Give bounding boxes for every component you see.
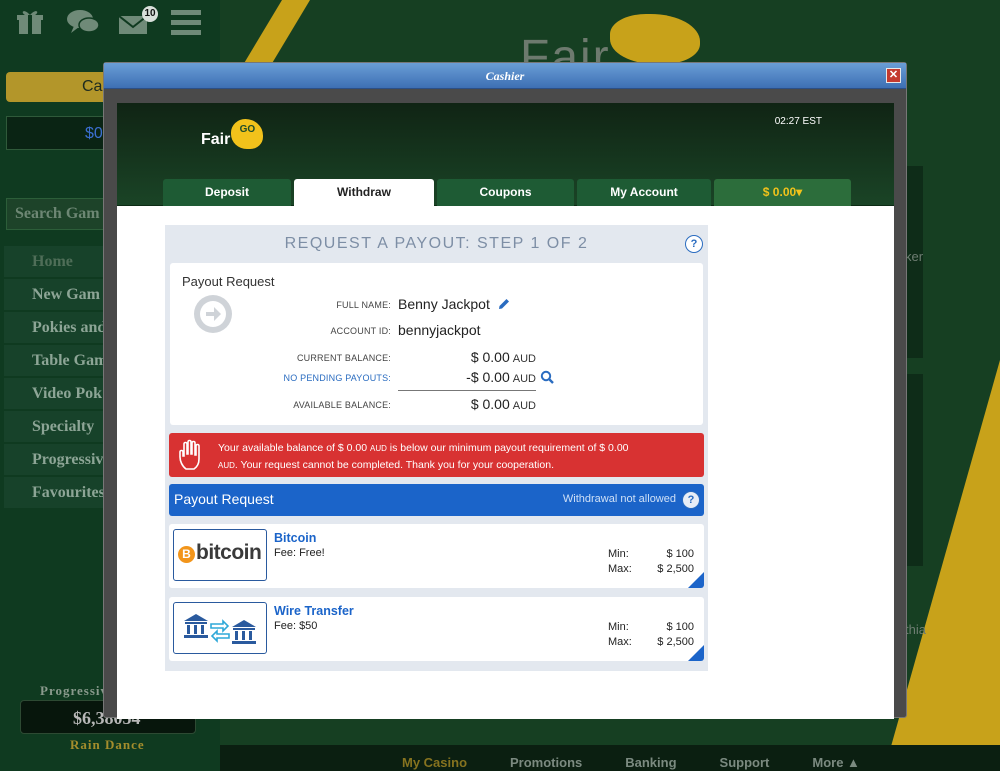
payout-method-bitcoin[interactable]: B bitcoin Bitcoin Fee: Free! Min: $ 100 M… bbox=[169, 524, 704, 588]
card-title: Payout Request bbox=[182, 274, 275, 289]
progressive-label: Progressiv bbox=[40, 683, 109, 698]
min-label: Min: bbox=[608, 621, 629, 633]
method-name: Bitcoin bbox=[274, 531, 317, 545]
available-balance-row: AVAILABLE BALANCE: $ 0.00 AUD bbox=[170, 396, 703, 416]
logo-text: Fair bbox=[201, 131, 231, 148]
background-game-label: ker bbox=[905, 249, 924, 264]
cashier-modal: Cashier ✕ Fair GO 02:27 EST Deposit With… bbox=[103, 62, 907, 719]
logo-go-mark: GO bbox=[231, 119, 264, 149]
account-id-label: ACCOUNT ID: bbox=[330, 326, 391, 336]
available-balance-value: $ 0.00 AUD bbox=[470, 396, 536, 412]
pending-payouts-row: NO PENDING PAYOUTS: -$ 0.00 AUD bbox=[170, 369, 703, 391]
cashier-tabs: Deposit Withdraw Coupons My Account $ 0.… bbox=[163, 179, 851, 206]
min-label: Min: bbox=[608, 548, 629, 560]
notification-badge: 10 bbox=[142, 6, 158, 22]
tab-deposit[interactable]: Deposit bbox=[163, 179, 291, 206]
close-button[interactable]: ✕ bbox=[886, 68, 901, 83]
mail-icon[interactable]: 10 bbox=[118, 6, 158, 40]
tab-withdraw[interactable]: Withdraw bbox=[294, 179, 434, 206]
payout-request-card: Payout Request FULL NAME: Benny Jackpot … bbox=[170, 263, 703, 425]
min-value: $ 100 bbox=[666, 621, 694, 633]
account-id-value: bennyjackpot bbox=[398, 322, 481, 338]
bitcoin-coin-icon: B bbox=[178, 546, 195, 563]
pending-payouts-value: -$ 0.00 AUD bbox=[466, 369, 536, 385]
min-value: $ 100 bbox=[666, 548, 694, 560]
help-button[interactable]: ? bbox=[685, 235, 703, 253]
background-game-tile[interactable] bbox=[907, 374, 923, 566]
cashier-header: Fair GO 02:27 EST Deposit Withdraw Coupo… bbox=[117, 103, 894, 206]
available-balance-label: AVAILABLE BALANCE: bbox=[293, 400, 391, 410]
edit-pencil-icon[interactable] bbox=[498, 298, 510, 313]
tab-coupons[interactable]: Coupons bbox=[437, 179, 574, 206]
footer-link-promotions[interactable]: Promotions bbox=[510, 745, 582, 771]
gift-icon[interactable] bbox=[14, 8, 46, 40]
withdraw-panel: REQUEST A PAYOUT: STEP 1 OF 2 ? Payout R… bbox=[165, 225, 708, 671]
method-limits: Min: $ 100 Max: $ 2,500 bbox=[608, 621, 694, 651]
balance-dropdown[interactable]: $ 0.00▾ bbox=[714, 179, 851, 206]
footer-link-support[interactable]: Support bbox=[720, 745, 770, 771]
max-label: Max: bbox=[608, 636, 632, 648]
account-id-row: ACCOUNT ID: bennyjackpot bbox=[170, 322, 703, 342]
error-message: Your available balance of $ 0.00 AUD is … bbox=[218, 442, 629, 471]
bitcoin-wordmark: bitcoin bbox=[196, 541, 262, 564]
method-limits: Min: $ 100 Max: $ 2,500 bbox=[608, 548, 694, 578]
stop-hand-icon bbox=[177, 439, 207, 476]
full-name-label: FULL NAME: bbox=[336, 300, 391, 310]
current-balance-row: CURRENT BALANCE: $ 0.00 AUD bbox=[170, 349, 703, 369]
payout-methods-header: Payout Request Withdrawal not allowed ? bbox=[169, 484, 704, 516]
error-alert: Your available balance of $ 0.00 AUD is … bbox=[169, 433, 704, 477]
cashier-frame: Fair GO 02:27 EST Deposit Withdraw Coupo… bbox=[117, 103, 894, 719]
select-corner-marker bbox=[688, 645, 704, 661]
select-corner-marker bbox=[688, 572, 704, 588]
method-fee: Fee: $50 bbox=[274, 620, 318, 632]
footer-nav: My Casino Promotions Banking Support Mor… bbox=[220, 745, 1000, 771]
full-name-row: FULL NAME: Benny Jackpot bbox=[170, 296, 703, 316]
max-label: Max: bbox=[608, 563, 632, 575]
method-name: Wire Transfer bbox=[274, 604, 354, 618]
payout-method-wire-transfer[interactable]: Wire Transfer Fee: $50 Min: $ 100 Max: $ 2… bbox=[169, 597, 704, 661]
tab-my-account[interactable]: My Account bbox=[577, 179, 711, 206]
fairgo-logo: Fair GO bbox=[201, 119, 264, 149]
chat-icon[interactable] bbox=[66, 8, 100, 40]
current-balance-label: CURRENT BALANCE: bbox=[296, 353, 391, 363]
background-game-label: thia bbox=[905, 622, 926, 637]
wire-transfer-logo bbox=[173, 602, 267, 654]
step-heading: REQUEST A PAYOUT: STEP 1 OF 2 ? bbox=[165, 225, 708, 263]
search-icon[interactable] bbox=[540, 370, 554, 389]
footer-link-more[interactable]: More ▲ bbox=[812, 745, 860, 771]
bank-transfer-icon bbox=[184, 614, 256, 644]
current-balance-value: $ 0.00 AUD bbox=[470, 349, 536, 365]
withdrawal-status: Withdrawal not allowed bbox=[562, 493, 676, 505]
step-title: REQUEST A PAYOUT: STEP 1 OF 2 bbox=[284, 235, 589, 252]
modal-title: Cashier bbox=[485, 69, 525, 83]
footer-link-my-casino[interactable]: My Casino bbox=[402, 745, 467, 771]
footer-link-banking[interactable]: Banking bbox=[625, 745, 676, 771]
pending-payouts-link[interactable]: NO PENDING PAYOUTS: bbox=[284, 373, 391, 383]
payout-header-title: Payout Request bbox=[174, 491, 274, 507]
method-fee: Fee: Free! bbox=[274, 547, 325, 559]
full-name-value: Benny Jackpot bbox=[398, 296, 490, 312]
clock: 02:27 EST bbox=[774, 116, 822, 127]
menu-icon[interactable] bbox=[170, 8, 202, 40]
help-button[interactable]: ? bbox=[682, 491, 700, 509]
modal-titlebar[interactable]: Cashier ✕ bbox=[104, 63, 906, 89]
bitcoin-logo: B bitcoin bbox=[173, 529, 267, 581]
progressive-game-name[interactable]: Rain Dance bbox=[70, 737, 145, 753]
divider bbox=[398, 390, 536, 391]
